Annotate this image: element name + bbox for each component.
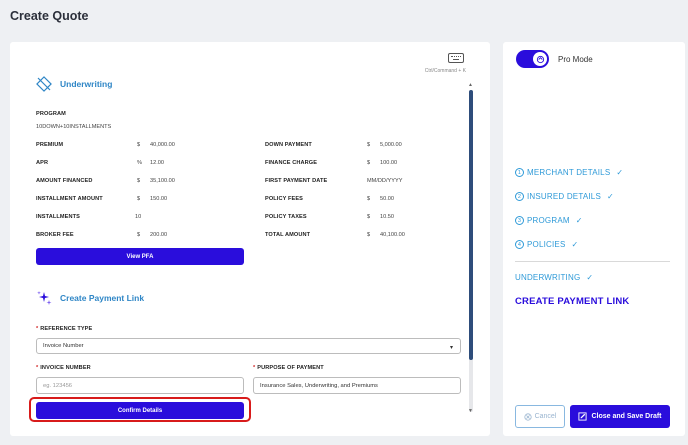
step-merchant-details[interactable]: 1 MERCHANT DETAILS ✓ bbox=[515, 168, 623, 177]
cancel-label: Cancel bbox=[534, 413, 557, 420]
toggle-knob bbox=[533, 52, 547, 66]
amount-financed-currency: $ bbox=[137, 178, 141, 184]
policy-fees-value: 50.00 bbox=[380, 196, 394, 202]
reference-type-select[interactable]: Invoice Number ▾ bbox=[36, 338, 461, 354]
scroll-down-icon[interactable]: ▼ bbox=[468, 408, 473, 414]
chevron-down-icon: ▾ bbox=[449, 345, 453, 351]
pro-mode-toggle[interactable] bbox=[516, 50, 549, 68]
step-number: 3 bbox=[515, 216, 524, 225]
invoice-number-label: * INVOICE NUMBER bbox=[36, 365, 91, 371]
reference-type-value: Invoice Number bbox=[43, 343, 84, 349]
step-insured-details[interactable]: 2 INSURED DETAILS ✓ bbox=[515, 192, 614, 201]
policy-taxes-label: POLICY TAXES bbox=[265, 214, 307, 220]
policy-taxes-value: 10.50 bbox=[380, 214, 394, 220]
purpose-label: * PURPOSE OF PAYMENT bbox=[253, 365, 324, 371]
step-label: INSURED DETAILS bbox=[527, 192, 601, 201]
step-number: 1 bbox=[515, 168, 524, 177]
scrollbar[interactable] bbox=[469, 90, 473, 412]
step-label: PROGRAM bbox=[527, 216, 570, 225]
invoice-number-label-text: INVOICE NUMBER bbox=[40, 365, 91, 371]
checkmark-icon: ✓ bbox=[606, 192, 614, 201]
underwriting-title: Underwriting bbox=[60, 79, 113, 89]
premium-currency: $ bbox=[137, 142, 141, 148]
payment-link-title: Create Payment Link bbox=[60, 293, 145, 303]
edit-icon bbox=[578, 412, 588, 421]
total-amount-label: TOTAL AMOUNT bbox=[265, 232, 311, 238]
sparkle-icon bbox=[37, 291, 52, 305]
program-value: 10DOWN+10INSTALLMENTS bbox=[36, 124, 112, 130]
checkmark-icon: ✓ bbox=[586, 273, 594, 282]
down-payment-currency: $ bbox=[367, 142, 371, 148]
underwriting-header: Underwriting bbox=[36, 76, 112, 92]
step-number: 4 bbox=[515, 240, 524, 249]
current-step-label: CREATE PAYMENT LINK bbox=[515, 296, 630, 307]
amount-financed-value: 35,100.00 bbox=[150, 178, 175, 184]
premium-value: 40,000.00 bbox=[150, 142, 175, 148]
required-mark: * bbox=[253, 365, 256, 371]
premium-label: PREMIUM bbox=[36, 142, 64, 148]
finance-charge-currency: $ bbox=[367, 160, 371, 166]
close-save-draft-button[interactable]: Close and Save Draft bbox=[570, 405, 670, 428]
payment-link-header: Create Payment Link bbox=[36, 290, 144, 306]
cancel-icon bbox=[523, 412, 532, 421]
purpose-label-text: PURPOSE OF PAYMENT bbox=[257, 365, 324, 371]
apr-label: APR bbox=[36, 160, 49, 166]
amount-financed-label: AMOUNT FINANCED bbox=[36, 178, 93, 184]
sidebar-divider bbox=[515, 261, 670, 262]
underwriting-icon bbox=[36, 76, 52, 92]
first-payment-date-label: FIRST PAYMENT DATE bbox=[265, 178, 328, 184]
step-label: MERCHANT DETAILS bbox=[527, 168, 611, 177]
policy-fees-currency: $ bbox=[367, 196, 371, 202]
checkmark-icon: ✓ bbox=[616, 168, 624, 177]
quote-form-card: Ctrl/Command + K ▲ ▼ Underwriting PROGRA… bbox=[10, 42, 490, 436]
scroll-thumb[interactable] bbox=[469, 90, 473, 360]
policy-taxes-currency: $ bbox=[367, 214, 371, 220]
finance-charge-value: 100.00 bbox=[380, 160, 398, 166]
step-underwriting[interactable]: UNDERWRITING ✓ bbox=[515, 273, 593, 282]
page-title: Create Quote bbox=[10, 9, 89, 23]
finance-charge-label: FINANCE CHARGE bbox=[265, 160, 318, 166]
total-amount-value: 40,100.00 bbox=[380, 232, 405, 238]
step-policies[interactable]: 4 POLICIES ✓ bbox=[515, 240, 578, 249]
installment-amount-value: 150.00 bbox=[150, 196, 168, 202]
reference-type-label: * REFERENCE TYPE bbox=[36, 326, 92, 332]
steps-sidebar: Pro Mode 1 MERCHANT DETAILS ✓ 2 INSURED … bbox=[503, 42, 685, 436]
step-label: POLICIES bbox=[527, 240, 566, 249]
scroll-up-icon[interactable]: ▲ bbox=[468, 82, 473, 88]
installments-label: INSTALLMENTS bbox=[36, 214, 80, 220]
first-payment-date-value[interactable]: MM/DD/YYYY bbox=[367, 178, 402, 184]
shortcut-hint: Ctrl/Command + K bbox=[424, 68, 466, 74]
broker-fee-value: 200.00 bbox=[150, 232, 168, 238]
toggle-knob-icon bbox=[536, 55, 544, 63]
total-amount-currency: $ bbox=[367, 232, 371, 238]
purpose-of-payment-input[interactable]: Insurance Sales, Underwriting, and Premi… bbox=[253, 377, 461, 394]
step-label: UNDERWRITING bbox=[515, 273, 581, 282]
required-mark: * bbox=[36, 326, 39, 332]
apr-unit: % bbox=[137, 160, 142, 166]
reference-type-label-text: REFERENCE TYPE bbox=[40, 326, 93, 332]
pro-mode-label: Pro Mode bbox=[558, 55, 593, 64]
program-label: PROGRAM bbox=[36, 111, 66, 117]
broker-fee-label: BROKER FEE bbox=[36, 232, 74, 238]
step-program[interactable]: 3 PROGRAM ✓ bbox=[515, 216, 583, 225]
required-mark: * bbox=[36, 365, 39, 371]
save-label: Close and Save Draft bbox=[591, 413, 662, 420]
apr-value: 12.00 bbox=[150, 160, 164, 166]
confirm-highlight-box bbox=[29, 397, 251, 422]
down-payment-label: DOWN PAYMENT bbox=[265, 142, 312, 148]
invoice-number-input[interactable]: eg. 123456 bbox=[36, 377, 244, 394]
installment-amount-currency: $ bbox=[137, 196, 141, 202]
checkmark-icon: ✓ bbox=[575, 216, 583, 225]
policy-fees-label: POLICY FEES bbox=[265, 196, 303, 202]
installments-value: 10 bbox=[135, 214, 142, 220]
cancel-button[interactable]: Cancel bbox=[515, 405, 565, 428]
step-number: 2 bbox=[515, 192, 524, 201]
broker-fee-currency: $ bbox=[137, 232, 141, 238]
down-payment-value: 5,000.00 bbox=[380, 142, 402, 148]
keyboard-icon[interactable] bbox=[448, 53, 464, 63]
view-pfa-button[interactable]: View PFA bbox=[36, 248, 244, 265]
installment-amount-label: INSTALLMENT AMOUNT bbox=[36, 196, 103, 202]
checkmark-icon: ✓ bbox=[571, 240, 579, 249]
